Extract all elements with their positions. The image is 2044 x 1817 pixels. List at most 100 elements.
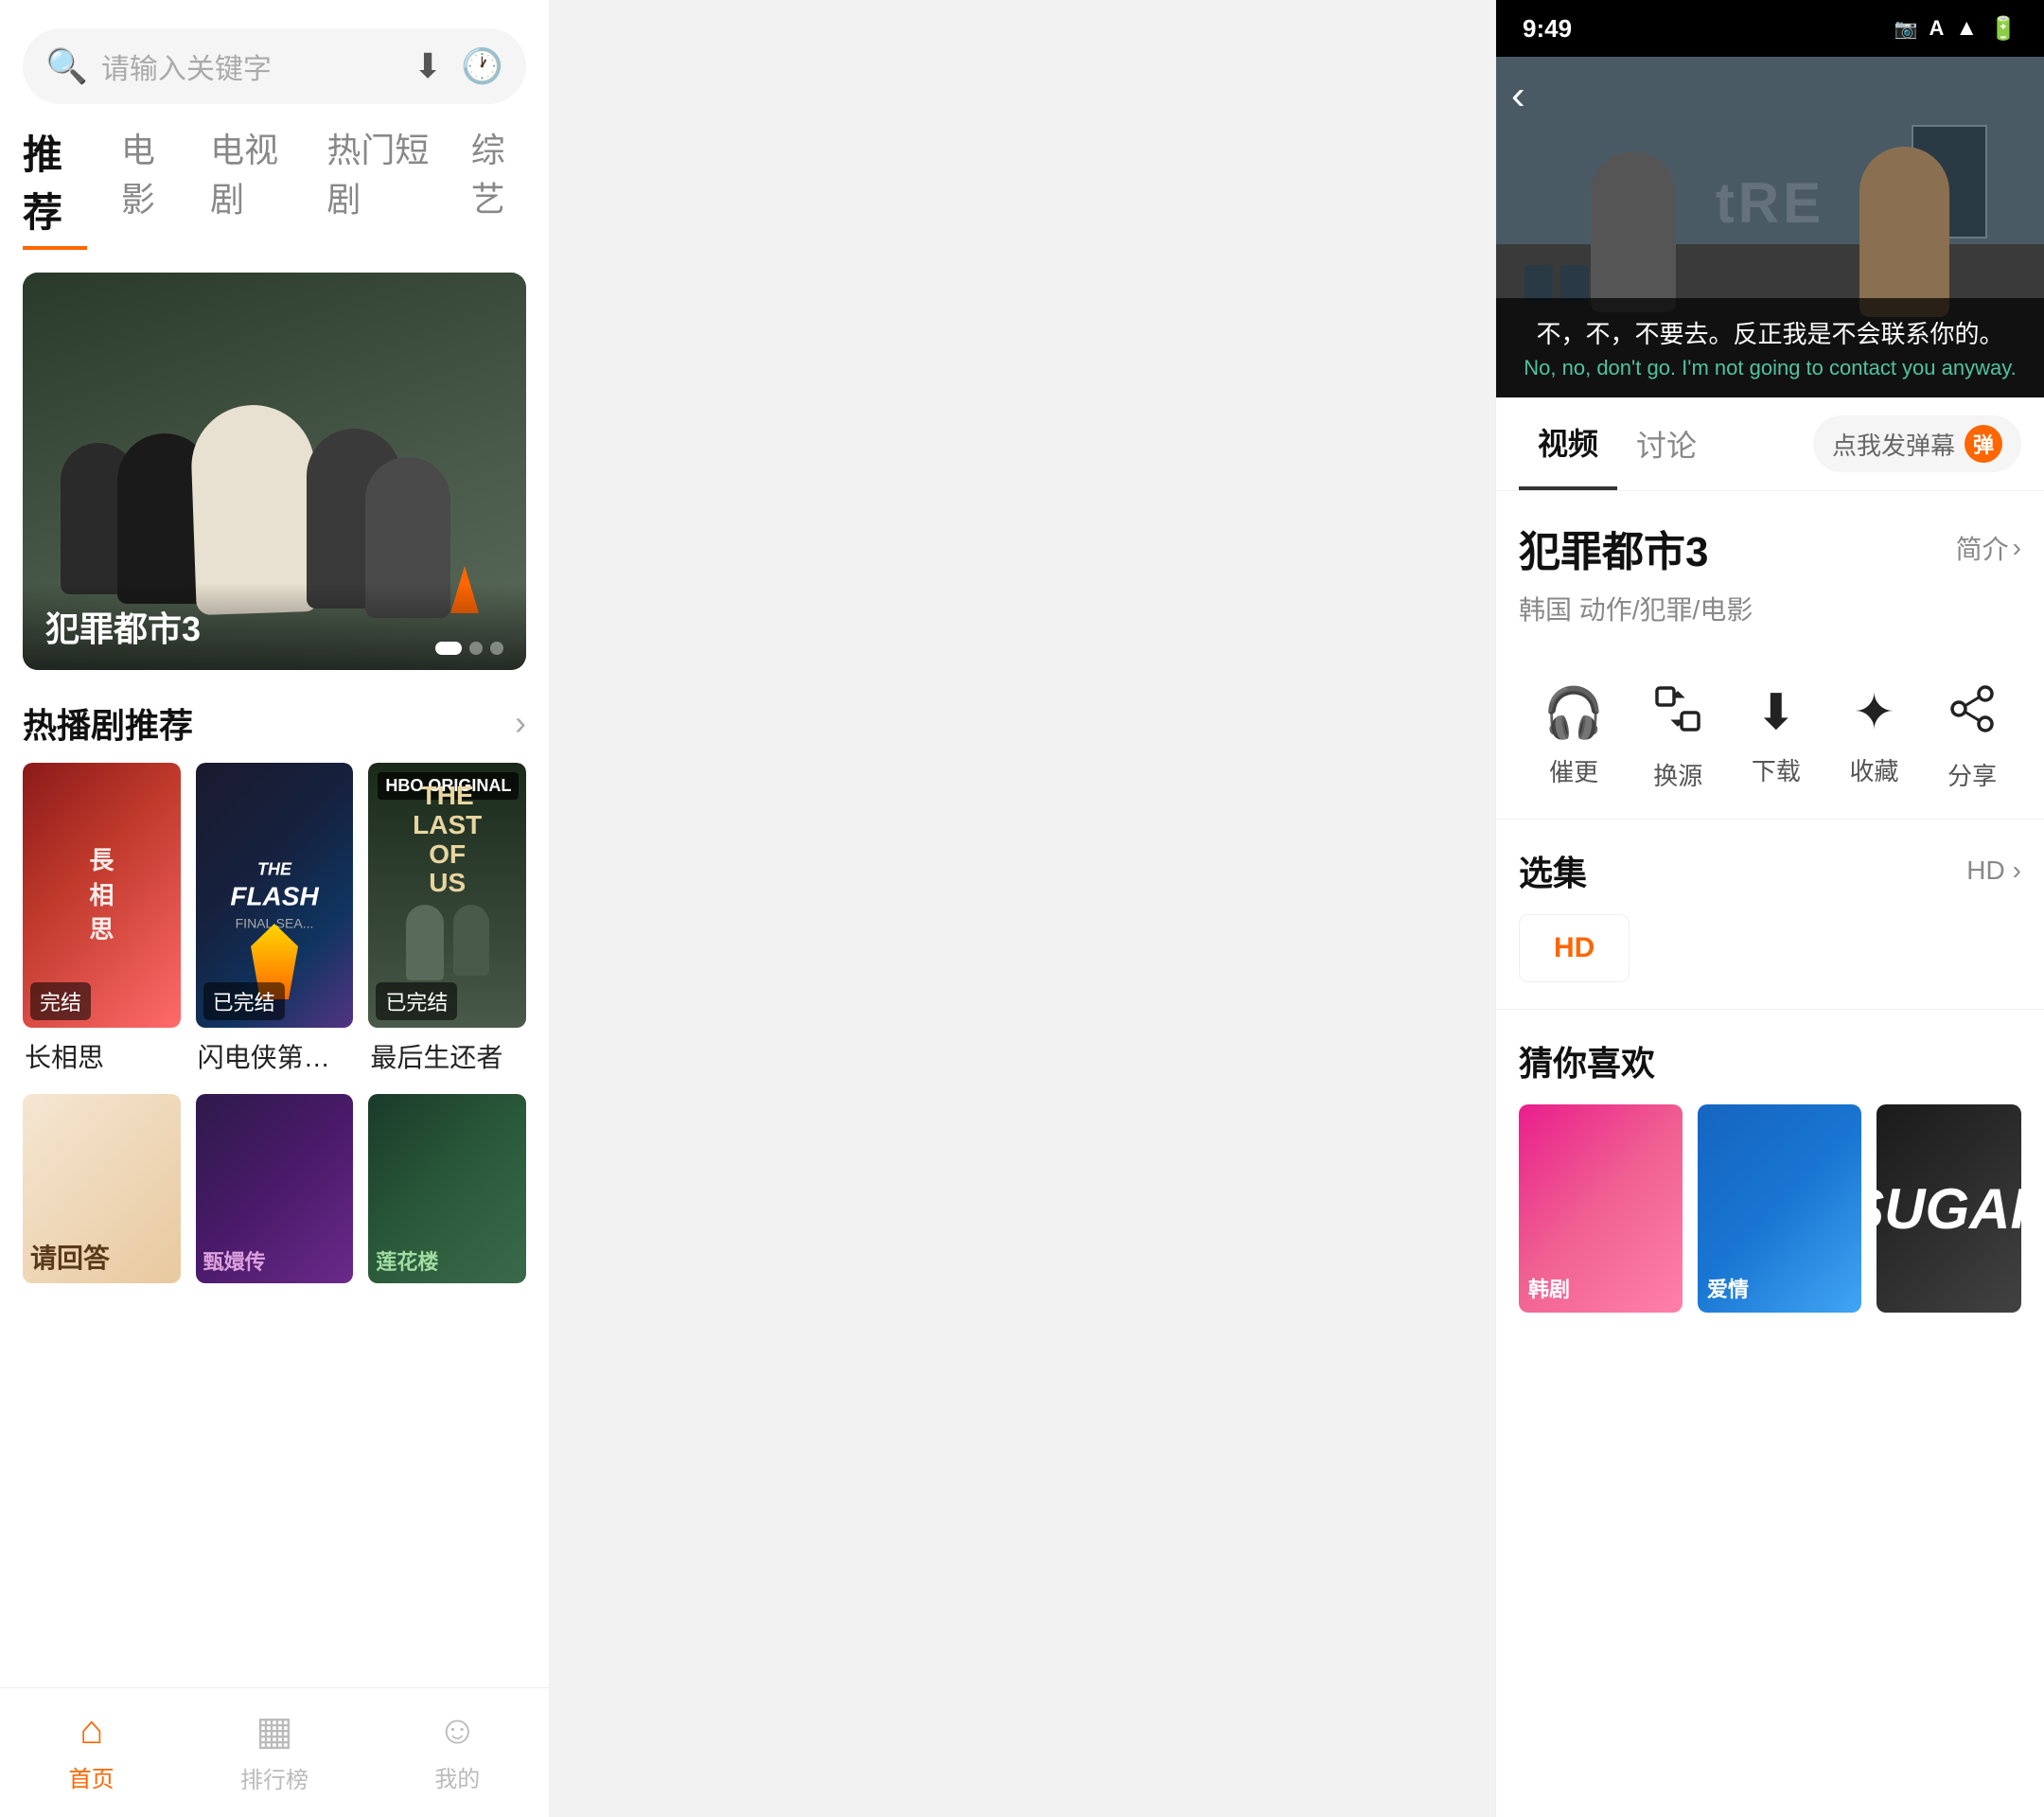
drama-name-1: 长相思 [23,1037,181,1075]
episode-title: 选集 [1519,846,1587,895]
more-title-3: 莲花楼 [376,1245,438,1276]
search-placeholder: 请输入关键字 [101,45,400,87]
action-cuigeng[interactable]: 🎧 催更 [1543,684,1605,792]
cuigeng-label: 催更 [1549,753,1598,788]
share-icon [1947,684,1997,746]
status-time: 9:49 [1523,14,1572,44]
hd-link[interactable]: HD › [1966,856,2021,886]
signal-icon: ▲ [1955,15,1978,42]
camera-status-icon: 📷 [1894,17,1918,41]
collect-label: 收藏 [1849,752,1898,787]
rec-title: 猜你喜欢 [1519,1036,2021,1085]
huanyuan-label: 换源 [1653,757,1702,792]
drama-card-2[interactable]: THEFLASH FINAL SEA... 已完结 闪电侠第九季 [196,763,354,1075]
more-title-2: 甄嬛传 [203,1245,266,1276]
nav-home[interactable]: ⌂ 首页 [0,1688,183,1817]
more-dramas: 请回答 甄嬛传 莲花楼 [0,1075,549,1283]
movie-title: 犯罪都市3 [1519,518,1708,578]
episode-list: HD [1519,914,2021,982]
download-icon[interactable]: ⬇ [414,46,442,86]
more-card-3[interactable]: 莲花楼 [368,1094,526,1283]
dot-2 [469,642,483,655]
home-label: 首页 [69,1760,115,1793]
download-action-icon: ⬇ [1755,684,1797,741]
content-area: 视频 讨论 点我发弹幕 弹 犯罪都市3 简介 › 韩国 动作/犯罪/电影 🎧 催… [1496,397,2044,1817]
action-download[interactable]: ⬇ 下载 [1752,684,1801,792]
home-icon: ⌂ [79,1707,103,1753]
tab-movie[interactable]: 电影 [121,123,176,250]
a-status-icon: A [1929,16,1944,41]
hot-section-arrow[interactable]: › [515,703,526,743]
episode-chip-hd[interactable]: HD [1519,914,1630,982]
more-card-1[interactable]: 请回答 [23,1094,181,1283]
search-icon: 🔍 [45,46,88,86]
rec-title-1: 韩剧 [1528,1273,1570,1303]
episode-section: 选集 HD › HD [1496,820,2044,1010]
download-label: 下载 [1752,752,1801,787]
drama-card-1[interactable]: 長相思 完结 长相思 [23,763,181,1075]
hd-label: HD [1966,856,2004,886]
intro-arrow: › [2013,533,2021,563]
more-title-1: 请回答 [30,1238,110,1276]
status-icons: 📷 A ▲ 🔋 [1894,15,2018,43]
drama-poster-1: 長相思 完结 [23,763,181,1028]
subtitle-area: 不，不，不要去。反正我是不会联系你的。 No, no, don't go. I'… [1496,298,2044,397]
rec-card-2[interactable]: 爱情 [1698,1104,1861,1313]
subtitle-cn: 不，不，不要去。反正我是不会联系你的。 [1515,315,2025,350]
rec-grid: 韩剧 爱情 SUGAR [1519,1104,2021,1313]
rec-card-1[interactable]: 韩剧 [1519,1104,1683,1313]
headphone-icon: 🎧 [1543,684,1605,742]
video-tabs: 视频 讨论 点我发弹幕 弹 [1496,397,2044,491]
hot-section-title: 热播剧推荐 [23,698,193,748]
tab-short[interactable]: 热门短剧 [326,123,436,250]
action-huanyuan[interactable]: 换源 [1653,684,1702,792]
action-collect[interactable]: ✦ 收藏 [1849,684,1898,792]
hero-content: 犯罪都市3 [23,583,526,670]
middle-gap [549,0,1495,1817]
nav-ranking[interactable]: ▦ 排行榜 [183,1688,365,1817]
rec-title-3: SUGAR [1877,1176,2021,1242]
tab-video[interactable]: 视频 [1519,397,1617,490]
hero-banner[interactable]: 犯罪都市3 [23,273,526,670]
intro-link[interactable]: 简介 › [1956,529,2021,567]
drama-poster-text-1: 長相思 [79,834,123,956]
danmu-icon: 弹 [1965,425,2002,463]
hot-section-header: 热播剧推荐 › [0,670,549,763]
rec-title-2: 爱情 [1707,1273,1749,1303]
drama-card-3[interactable]: HBO ORIGINAL THELASTOFUS 已完结 最后生还者 [368,763,526,1075]
drama-name-2: 闪电侠第九季 [196,1037,354,1075]
hd-arrow: › [2013,856,2021,886]
rec-card-3[interactable]: SUGAR [1877,1104,2021,1313]
movie-title-row: 犯罪都市3 简介 › [1519,518,2021,578]
ranking-icon: ▦ [256,1707,293,1754]
tab-tv[interactable]: 电视剧 [210,123,292,250]
hero-title: 犯罪都市3 [45,609,201,648]
drama-poster-3: HBO ORIGINAL THELASTOFUS 已完结 [368,763,526,1028]
ranking-label: 排行榜 [240,1761,308,1794]
drama-badge-2: 已完结 [203,982,285,1020]
more-card-2[interactable]: 甄嬛传 [196,1094,354,1283]
search-bar[interactable]: 🔍 请输入关键字 ⬇ 🕐 [23,28,526,104]
tab-recommend[interactable]: 推荐 [23,123,87,250]
hero-dots [435,642,503,655]
drama-badge-3: 已完结 [376,982,457,1020]
search-bar-actions: ⬇ 🕐 [414,46,503,86]
video-player[interactable]: tRE ‹ 不，不，不要去。反正我是不会联系你的。 No, no, don't … [1496,57,2044,397]
drama-badge-1: 完结 [30,982,91,1020]
video-back-button[interactable]: ‹ [1511,72,1525,119]
rec-section: 猜你喜欢 韩剧 爱情 SUGAR [1496,1010,2044,1339]
status-bar: 9:49 📷 A ▲ 🔋 [1496,0,2044,57]
tab-variety[interactable]: 综艺 [471,123,526,250]
danmu-button[interactable]: 点我发弹幕 弹 [1813,415,2021,472]
nav-mine[interactable]: ☺ 我的 [366,1688,549,1817]
history-icon[interactable]: 🕐 [461,46,503,86]
episode-header: 选集 HD › [1519,846,2021,895]
drama-grid: 長相思 完结 长相思 THEFLASH FINAL SEA... 已完结 闪电侠… [0,763,549,1075]
movie-info: 犯罪都市3 简介 › 韩国 动作/犯罪/电影 [1496,491,2044,669]
right-panel: 9:49 📷 A ▲ 🔋 [1495,0,2044,1817]
dot-3 [490,642,503,655]
danmu-label: 点我发弹幕 [1832,427,1955,462]
action-share[interactable]: 分享 [1947,684,1997,792]
tab-discussion[interactable]: 讨论 [1617,399,1716,488]
dot-1 [435,642,462,655]
